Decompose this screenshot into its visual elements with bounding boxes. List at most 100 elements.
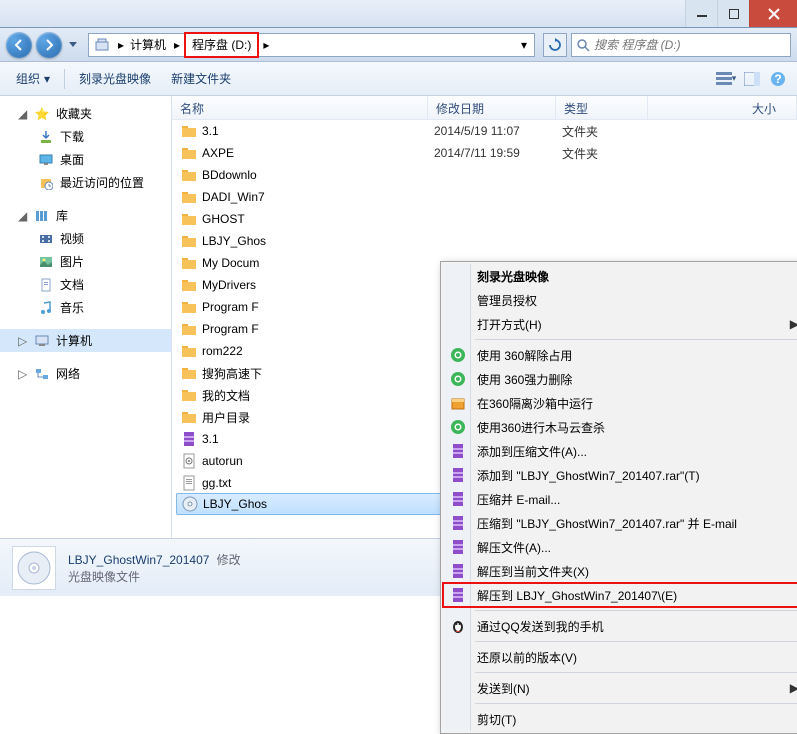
menu-item[interactable]: 管理员授权 bbox=[443, 288, 797, 312]
menu-separator bbox=[475, 641, 797, 642]
file-row[interactable]: LBJY_Ghos bbox=[172, 230, 797, 252]
document-icon bbox=[38, 277, 54, 293]
history-dropdown[interactable] bbox=[66, 35, 80, 55]
txt-icon bbox=[180, 474, 198, 492]
file-name: My Docum bbox=[202, 256, 434, 270]
svg-text:?: ? bbox=[774, 72, 781, 86]
menu-item[interactable]: 添加到 "LBJY_GhostWin7_201407.rar"(T) bbox=[443, 463, 797, 487]
menu-item[interactable]: 添加到压缩文件(A)... bbox=[443, 439, 797, 463]
address-bar[interactable]: ▸ 计算机 ▸ 程序盘 (D:) ▸ ▾ bbox=[88, 33, 535, 57]
menu-separator bbox=[475, 672, 797, 673]
menu-item[interactable]: 还原以前的版本(V) bbox=[443, 645, 797, 669]
close-button[interactable] bbox=[749, 0, 797, 27]
maximize-button[interactable] bbox=[717, 0, 749, 27]
nav-documents[interactable]: 文档 bbox=[0, 273, 171, 296]
burn-image-button[interactable]: 刻录光盘映像 bbox=[71, 66, 159, 91]
menu-item-label: 压缩到 "LBJY_GhostWin7_201407.rar" 并 E-mail bbox=[477, 515, 737, 532]
chevron-right-icon[interactable]: ▸ bbox=[259, 38, 273, 52]
refresh-button[interactable] bbox=[543, 33, 567, 57]
menu-item[interactable]: 剪切(T) bbox=[443, 707, 797, 731]
star-icon: ⭐ bbox=[34, 106, 50, 122]
folder-icon bbox=[180, 188, 198, 206]
back-button[interactable] bbox=[6, 32, 32, 58]
chevron-down-icon: ◢ bbox=[18, 107, 28, 121]
folder-icon bbox=[180, 342, 198, 360]
search-box[interactable] bbox=[571, 33, 791, 57]
menu-item[interactable]: 使用360进行木马云查杀 bbox=[443, 415, 797, 439]
nav-recent[interactable]: 最近访问的位置 bbox=[0, 171, 171, 194]
network-icon bbox=[34, 366, 50, 382]
menu-item[interactable]: 使用 360强力删除 bbox=[443, 367, 797, 391]
file-name: GHOST bbox=[202, 212, 434, 226]
file-row[interactable]: 3.12014/5/19 11:07文件夹 bbox=[172, 120, 797, 142]
chevron-right-icon[interactable]: ▸ bbox=[170, 38, 184, 52]
column-date[interactable]: 修改日期 bbox=[428, 96, 556, 119]
file-date: 2014/7/11 19:59 bbox=[434, 146, 562, 160]
360-icon bbox=[449, 346, 467, 364]
menu-item[interactable]: 压缩并 E-mail... bbox=[443, 487, 797, 511]
file-name: LBJY_Ghos bbox=[202, 234, 434, 248]
column-size[interactable]: 大小 bbox=[648, 96, 797, 119]
address-dropdown[interactable]: ▾ bbox=[517, 38, 531, 52]
file-row[interactable]: GHOST bbox=[172, 208, 797, 230]
new-folder-button[interactable]: 新建文件夹 bbox=[163, 66, 239, 91]
file-name: MyDrivers bbox=[202, 278, 434, 292]
help-button[interactable]: ? bbox=[767, 68, 789, 90]
menu-item[interactable]: 使用 360解除占用 bbox=[443, 343, 797, 367]
nav-music[interactable]: 音乐 bbox=[0, 296, 171, 319]
menu-item[interactable]: 发送到(N)▶ bbox=[443, 676, 797, 700]
file-name: 我的文档 bbox=[202, 387, 434, 404]
organize-button[interactable]: 组织 ▾ bbox=[8, 66, 58, 91]
menu-item[interactable]: 打开方式(H)▶ bbox=[443, 312, 797, 336]
column-name[interactable]: 名称 bbox=[172, 96, 428, 119]
address-segment-drive[interactable]: 程序盘 (D:) bbox=[184, 32, 259, 58]
nav-libraries[interactable]: ◢库 bbox=[0, 204, 171, 227]
menu-item[interactable]: 通过QQ发送到我的手机 bbox=[443, 614, 797, 638]
menu-item[interactable]: 解压到当前文件夹(X) bbox=[443, 559, 797, 583]
file-row[interactable]: AXPE2014/7/11 19:59文件夹 bbox=[172, 142, 797, 164]
menu-item-label: 压缩并 E-mail... bbox=[477, 491, 560, 508]
forward-button[interactable] bbox=[36, 32, 62, 58]
navigation-pane: ◢⭐收藏夹 下载 桌面 最近访问的位置 ◢库 视频 图片 文档 音乐 ▷计算机 … bbox=[0, 96, 172, 538]
chevron-down-icon: ◢ bbox=[18, 209, 28, 223]
file-row[interactable]: DADI_Win7 bbox=[172, 186, 797, 208]
menu-item[interactable]: 刻录光盘映像 bbox=[443, 264, 797, 288]
menu-item[interactable]: 在360隔离沙箱中运行 bbox=[443, 391, 797, 415]
search-input[interactable] bbox=[594, 38, 786, 52]
disc-image-icon bbox=[12, 546, 56, 590]
rar-icon bbox=[449, 586, 467, 604]
nav-computer[interactable]: ▷计算机 bbox=[0, 329, 171, 352]
menu-item[interactable]: 压缩到 "LBJY_GhostWin7_201407.rar" 并 E-mail bbox=[443, 511, 797, 535]
chevron-right-icon: ▷ bbox=[18, 367, 28, 381]
nav-videos[interactable]: 视频 bbox=[0, 227, 171, 250]
address-segment-computer[interactable]: 计算机 bbox=[128, 34, 170, 56]
rar-icon bbox=[449, 514, 467, 532]
menu-item-label: 刻录光盘映像 bbox=[477, 268, 549, 285]
folder-icon bbox=[180, 320, 198, 338]
360-icon bbox=[449, 418, 467, 436]
preview-pane-button[interactable] bbox=[741, 68, 763, 90]
menu-item-label: 使用 360解除占用 bbox=[477, 347, 572, 364]
column-type[interactable]: 类型 bbox=[556, 96, 648, 119]
computer-icon bbox=[34, 333, 50, 349]
nav-pictures[interactable]: 图片 bbox=[0, 250, 171, 273]
menu-item[interactable]: 解压文件(A)... bbox=[443, 535, 797, 559]
navigation-bar: ▸ 计算机 ▸ 程序盘 (D:) ▸ ▾ bbox=[0, 28, 797, 62]
nav-downloads[interactable]: 下载 bbox=[0, 125, 171, 148]
address-root-icon[interactable] bbox=[92, 34, 114, 56]
file-type: 文件夹 bbox=[562, 123, 654, 140]
file-name: Program F bbox=[202, 300, 434, 314]
music-icon bbox=[38, 300, 54, 316]
menu-item[interactable]: 解压到 LBJY_GhostWin7_201407\(E) bbox=[443, 583, 797, 607]
rar-icon bbox=[449, 490, 467, 508]
view-options-button[interactable]: ▾ bbox=[715, 68, 737, 90]
nav-desktop[interactable]: 桌面 bbox=[0, 148, 171, 171]
nav-favorites[interactable]: ◢⭐收藏夹 bbox=[0, 102, 171, 125]
menu-item-label: 剪切(T) bbox=[477, 711, 516, 728]
chevron-right-icon: ▶ bbox=[790, 317, 797, 331]
file-row[interactable]: BDdownlo bbox=[172, 164, 797, 186]
folder-icon bbox=[180, 144, 198, 162]
chevron-right-icon[interactable]: ▸ bbox=[114, 38, 128, 52]
nav-network[interactable]: ▷网络 bbox=[0, 362, 171, 385]
minimize-button[interactable] bbox=[685, 0, 717, 27]
